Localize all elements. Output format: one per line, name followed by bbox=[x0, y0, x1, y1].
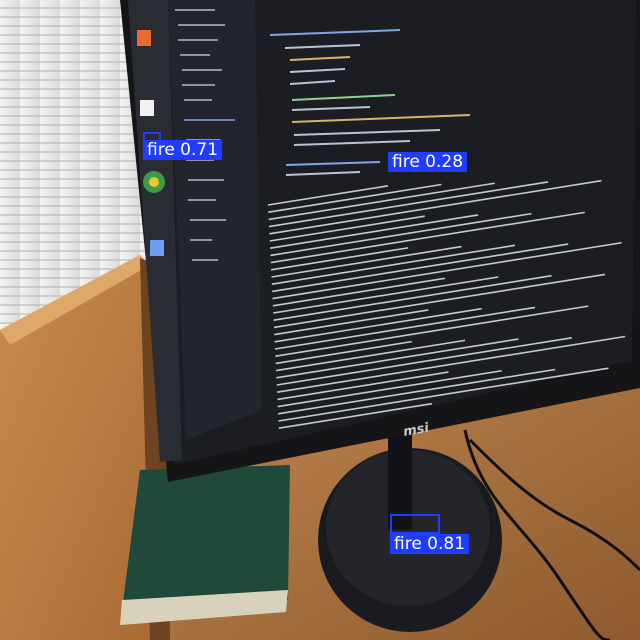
detection-label: fire 0.81 bbox=[390, 534, 470, 554]
detection-label: fire 0.71 bbox=[143, 140, 223, 160]
app-icon bbox=[137, 30, 151, 46]
photo-scene: msi bbox=[0, 0, 640, 640]
app-icon bbox=[150, 240, 164, 256]
green-book bbox=[122, 465, 290, 610]
detection-label: fire 0.28 bbox=[388, 152, 468, 172]
detection-box bbox=[390, 514, 440, 534]
app-icon bbox=[140, 100, 154, 116]
